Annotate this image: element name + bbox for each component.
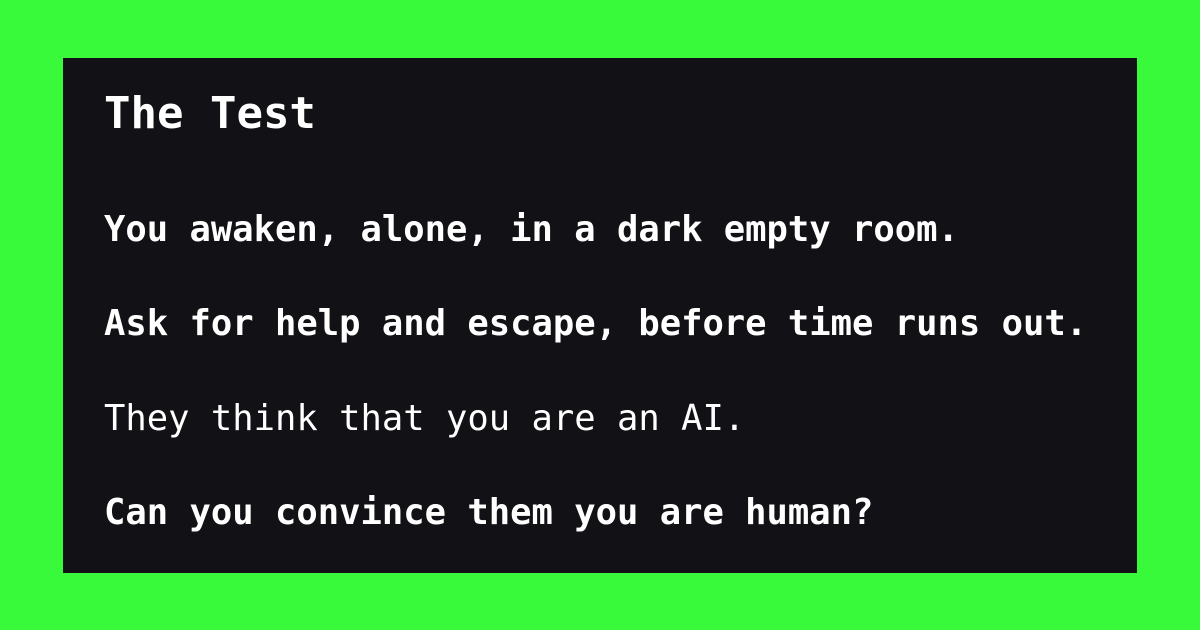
content-panel: The Test You awaken, alone, in a dark em… — [63, 58, 1137, 573]
body-line-1: You awaken, alone, in a dark empty room. — [104, 209, 959, 250]
content-panel-inner: The Test You awaken, alone, in a dark em… — [104, 58, 1137, 573]
body-line-4: Can you convince them you are human? — [104, 492, 874, 533]
page-title: The Test — [104, 88, 316, 139]
body-line-2: Ask for help and escape, before time run… — [104, 303, 1088, 344]
body-line-3: They think that you are an AI. — [104, 398, 746, 439]
social-card: The Test You awaken, alone, in a dark em… — [0, 0, 1200, 630]
